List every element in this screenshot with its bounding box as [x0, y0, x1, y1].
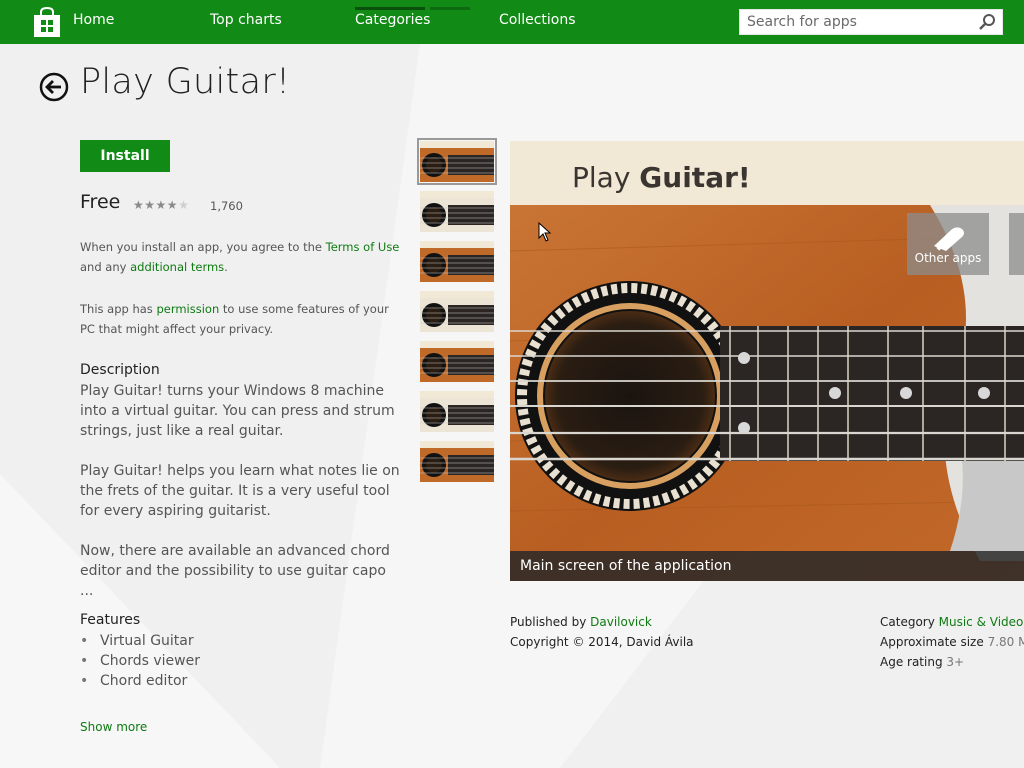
category-label: Category — [880, 615, 939, 629]
back-arrow-icon[interactable] — [39, 72, 69, 102]
size-value: 7.80 MB — [987, 635, 1024, 649]
screenshot-app-title: Play Guitar! — [572, 161, 751, 194]
permission-text-3: PC that might affect your privacy. — [80, 322, 274, 336]
rating-stars: ★★★★★ — [133, 198, 189, 212]
description-line: editor and the possibility to use guitar… — [80, 563, 386, 599]
terms-period: . — [224, 260, 228, 274]
search-icon[interactable] — [978, 13, 996, 31]
terms-text: When you install an app, you agree to th… — [80, 240, 326, 254]
star-empty-icon: ★ — [178, 198, 190, 212]
description-line: into a virtual guitar. You can press and… — [80, 403, 395, 419]
terms-text-2: and any — [80, 260, 131, 274]
nav-indicator-secondary — [430, 7, 470, 10]
description-line: Play Guitar! turns your Windows 8 machin… — [80, 383, 385, 399]
terms-notice: When you install an app, you agree to th… — [80, 237, 399, 277]
description-paragraph-2: Play Guitar! helps you learn what notes … — [80, 461, 400, 521]
description-paragraph-1: Play Guitar! turns your Windows 8 machin… — [80, 381, 400, 441]
top-nav-bar: Home Top charts Categories Collections — [0, 0, 1024, 44]
star-half-icon: ★ — [166, 198, 179, 212]
screenshot-thumbnail[interactable] — [420, 191, 494, 232]
screenshot-thumbnail[interactable] — [420, 241, 494, 282]
permission-notice: This app has permission to use some feat… — [80, 299, 389, 339]
app-details: Category Music & Video › Approximate siz… — [880, 612, 1024, 672]
install-button[interactable]: Install — [80, 140, 170, 172]
nav-categories[interactable]: Categories — [355, 12, 430, 28]
feature-item: Chord editor — [80, 671, 200, 691]
age-rating-label: Age rating — [880, 655, 947, 669]
category-link[interactable]: Music & Video — [939, 615, 1024, 629]
screenshot-thumbnail[interactable] — [420, 341, 494, 382]
age-rating-value: 3+ — [946, 655, 965, 669]
description-line: for every aspiring guitarist. — [80, 503, 271, 519]
star-icon: ★ — [144, 198, 156, 212]
star-icon: ★ — [133, 198, 145, 212]
published-by-label: Published by — [510, 615, 591, 629]
description-line: Play Guitar! helps you learn what notes … — [80, 463, 400, 479]
rating-count: 1,760 — [210, 199, 243, 213]
nav-categories-indicator — [355, 7, 425, 10]
terms-of-use-link[interactable]: Terms of Use — [326, 240, 400, 254]
permission-link[interactable]: permission — [156, 302, 219, 316]
other-apps-label: Other apps — [914, 251, 982, 265]
nav-home[interactable]: Home — [73, 12, 114, 28]
publisher-info: Published by Davilovick Copyright © 2014… — [510, 612, 694, 652]
page-title: Play Guitar! — [80, 62, 291, 102]
features-list: Virtual Guitar Chords viewer Chord edito… — [80, 631, 200, 691]
publisher-link[interactable]: Davilovick — [590, 615, 652, 629]
show-more-link[interactable]: Show more — [80, 720, 147, 734]
copyright-text: Copyright © 2014, David Ávila — [510, 635, 694, 649]
feature-item: Virtual Guitar — [80, 631, 200, 651]
guitar-screenshot-image — [510, 141, 1024, 581]
permission-text: This app has — [80, 302, 157, 316]
search-box — [739, 9, 1003, 35]
store-logo-icon[interactable] — [33, 7, 61, 37]
feature-item: Chords viewer — [80, 651, 200, 671]
search-input[interactable] — [740, 10, 977, 34]
description-line: the frets of the guitar. It is a very us… — [80, 483, 390, 499]
nav-collections[interactable]: Collections — [499, 12, 576, 28]
additional-terms-link[interactable]: additional terms — [130, 260, 224, 274]
features-heading: Features — [80, 612, 141, 628]
permission-text-2: to use some features of your — [219, 302, 389, 316]
screenshot-thumbnail[interactable] — [420, 291, 494, 332]
screenshot-thumbnail[interactable] — [417, 138, 497, 185]
size-label: Approximate size — [880, 635, 988, 649]
screenshot-title-light: Play — [572, 161, 640, 194]
description-line: Now, there are available an advanced cho… — [80, 543, 390, 559]
description-heading: Description — [80, 362, 160, 378]
price-label: Free — [80, 191, 121, 213]
mouse-cursor-icon — [538, 222, 552, 242]
screenshot-main[interactable]: Play Guitar! Other apps — [510, 141, 1024, 581]
screenshot-caption: Main screen of the application — [510, 551, 1024, 581]
screenshot-thumbnail[interactable] — [420, 391, 494, 432]
nav-top-charts[interactable]: Top charts — [210, 12, 282, 28]
screenshot-title-bold: Guitar! — [639, 161, 751, 194]
description-line: strings, just like a real guitar. — [80, 423, 284, 439]
star-icon: ★ — [155, 198, 167, 212]
description-paragraph-3: Now, there are available an advanced cho… — [80, 541, 400, 601]
screenshot-thumbnail[interactable] — [420, 441, 494, 482]
